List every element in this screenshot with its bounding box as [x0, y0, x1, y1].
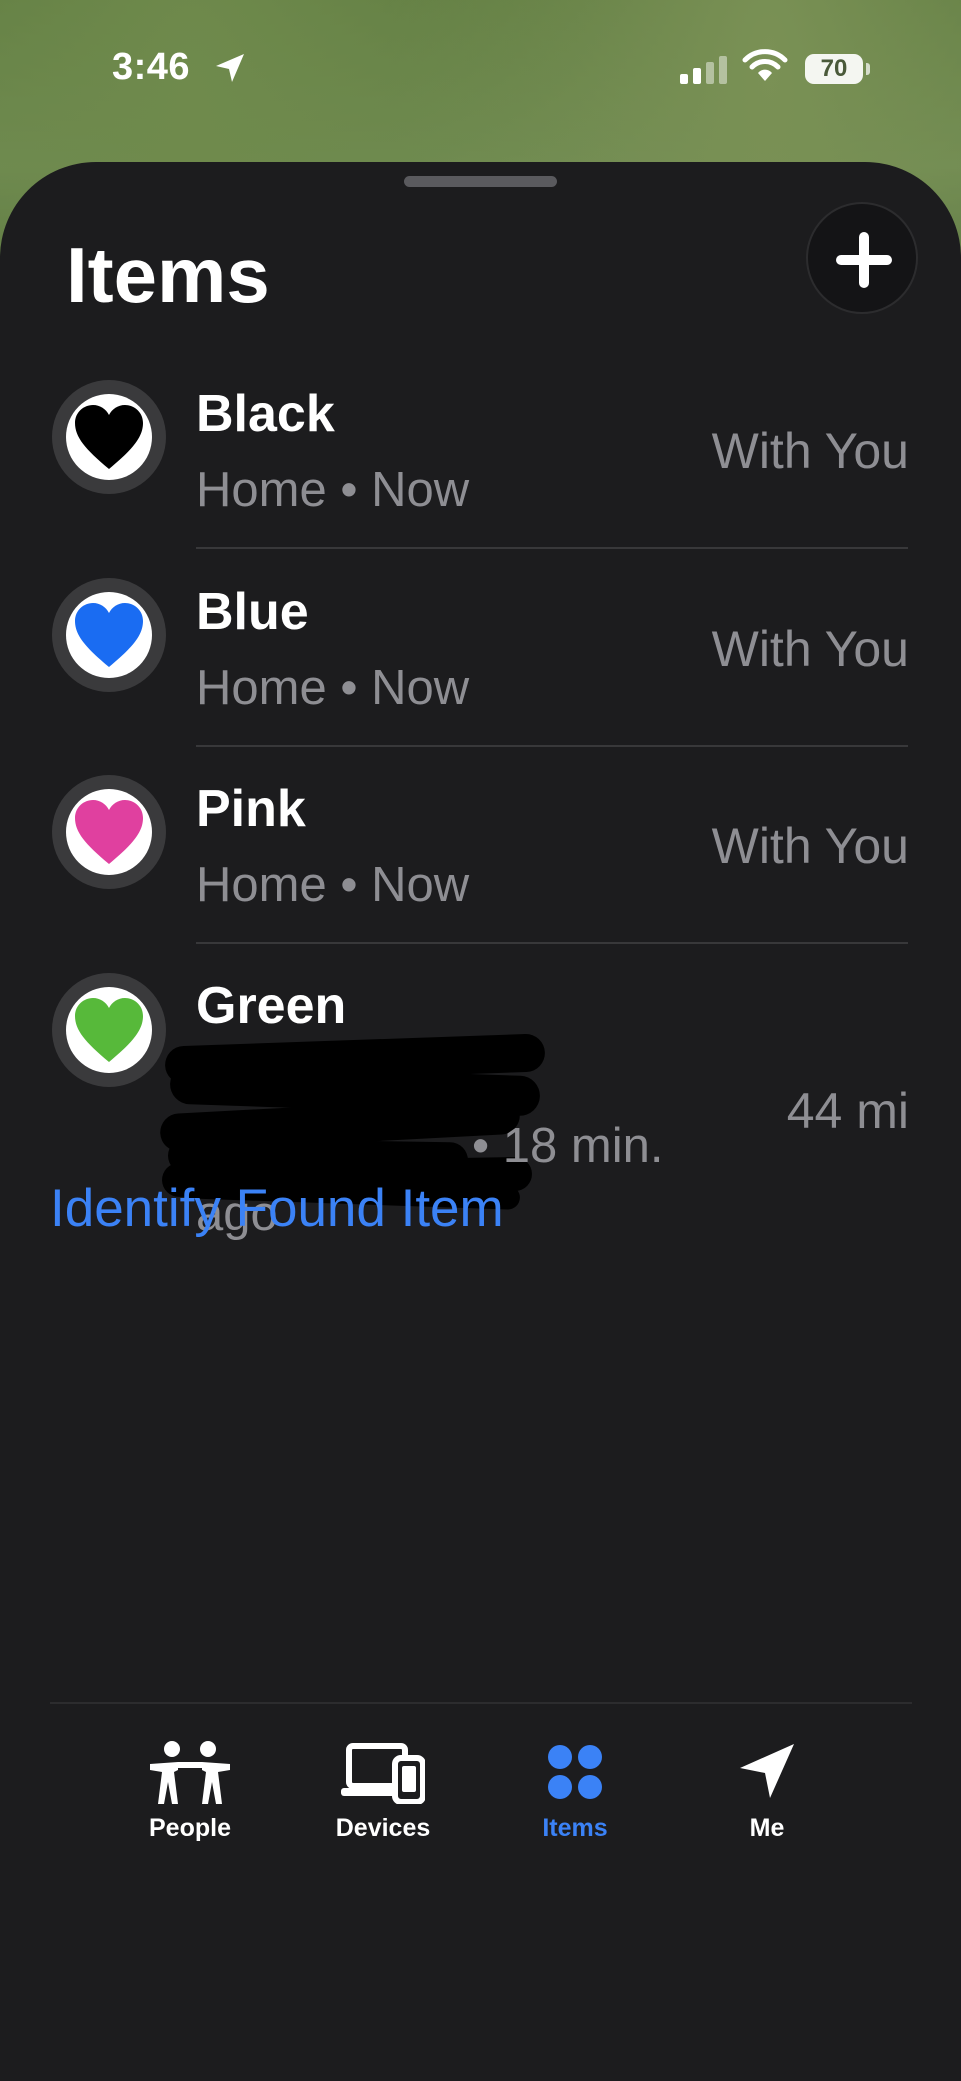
tab-bar-divider: [50, 1702, 912, 1704]
plus-icon: [836, 232, 892, 288]
item-name: Black: [196, 385, 335, 443]
status-bar: 3:46 70: [0, 0, 961, 140]
row-divider: [196, 942, 908, 944]
tab-label: Items: [542, 1814, 608, 1842]
item-status: With You: [711, 621, 909, 677]
battery-cap: [866, 63, 870, 75]
item-subtitle: Home • Now: [196, 463, 470, 517]
tab-label: Devices: [335, 1814, 431, 1842]
item-subtitle: Home • Now: [196, 858, 470, 912]
item-subtitle: Home • Now: [196, 661, 470, 715]
page-title: Items: [66, 231, 270, 319]
tab-items[interactable]: Items: [500, 1738, 650, 1843]
row-divider: [196, 547, 908, 549]
status-time: 3:46: [112, 46, 191, 88]
pink-heart-icon: [75, 800, 143, 864]
item-status: 44 mi: [786, 1083, 909, 1139]
row-divider: [196, 745, 908, 747]
blue-heart-icon: [75, 603, 143, 667]
identify-found-item-link[interactable]: Identify Found Item: [50, 1178, 504, 1239]
tab-label: Me: [749, 1814, 785, 1842]
location-arrow-icon: [216, 54, 244, 82]
sheet-grabber[interactable]: [404, 176, 557, 187]
item-avatar: [52, 775, 166, 889]
item-status: With You: [711, 423, 909, 479]
tab-me[interactable]: Me: [692, 1738, 842, 1843]
devices-icon: [341, 1743, 425, 1804]
item-subtitle: • 18 min.: [472, 1119, 664, 1173]
people-icon: [150, 1741, 230, 1804]
tab-people[interactable]: People: [115, 1738, 265, 1843]
tab-devices[interactable]: Devices: [308, 1738, 458, 1843]
battery-level: 70: [820, 55, 848, 82]
item-avatar: [52, 578, 166, 692]
item-avatar: [52, 380, 166, 494]
items-icon: [548, 1745, 602, 1799]
green-heart-icon: [75, 998, 143, 1062]
location-arrow-icon: [740, 1744, 794, 1798]
cellular-signal-icon: [680, 54, 727, 84]
battery-indicator: 70: [805, 54, 863, 84]
item-avatar: [52, 973, 166, 1087]
item-status: With You: [711, 818, 909, 874]
black-heart-icon: [75, 405, 143, 469]
tab-label: People: [149, 1814, 231, 1842]
item-name: Blue: [196, 583, 309, 641]
item-name: Green: [196, 977, 347, 1035]
item-name: Pink: [196, 780, 306, 838]
wifi-icon: [742, 49, 788, 81]
add-item-button[interactable]: [806, 202, 918, 314]
